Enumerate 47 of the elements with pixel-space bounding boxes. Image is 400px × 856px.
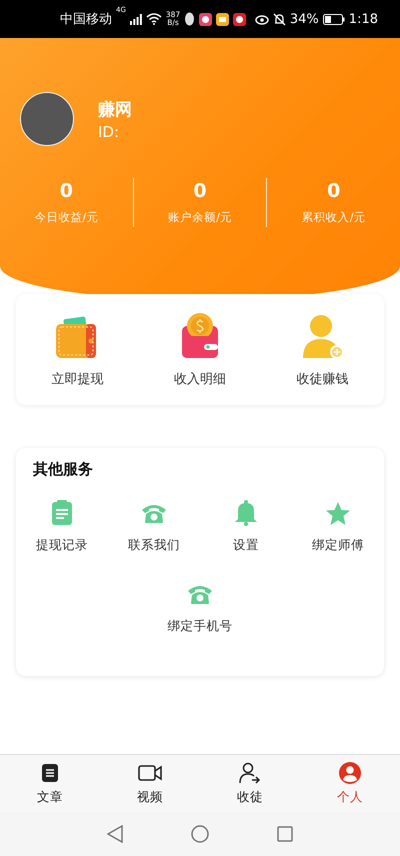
service-button[interactable]: 绑定师傅: [292, 499, 384, 554]
stat-label: 今日收益/元: [34, 210, 98, 225]
user-add-icon: [300, 314, 345, 360]
battery-icon: [322, 14, 345, 24]
telephone-icon: [141, 502, 167, 524]
stat-label: 累积收入/元: [302, 210, 366, 225]
tab[interactable]: 文章: [0, 755, 100, 812]
clock-time: 1:18: [348, 12, 378, 26]
user-id: ID:: [98, 122, 120, 140]
stat-value: 0: [193, 180, 207, 202]
service-button[interactable]: 设置: [200, 499, 292, 554]
battery-percent: 34%: [290, 12, 319, 26]
quick-action-button[interactable]: 收徒赚钱: [261, 312, 384, 388]
wifi-icon: [146, 13, 162, 25]
carrier-name: 中国移动: [60, 11, 112, 28]
service-button[interactable]: 联系我们: [108, 499, 200, 554]
document-icon: [41, 762, 59, 782]
recent-apps-icon[interactable]: [277, 826, 293, 842]
app-notification-icon: [216, 12, 230, 26]
video-camera-icon: [138, 764, 162, 782]
stat-value: 0: [60, 180, 73, 202]
service-button[interactable]: 绑定手机号: [108, 580, 292, 635]
signal-icon: [130, 14, 142, 24]
purse-icon: [180, 312, 220, 360]
app-notification-icon: [199, 12, 212, 26]
section-title: 其他服务: [33, 460, 94, 479]
stat-value: 0: [327, 180, 340, 202]
bell-icon: [234, 500, 258, 526]
quick-action-button[interactable]: 立即提现: [16, 312, 139, 388]
muted-bell-icon: [272, 12, 286, 26]
notepad-icon: [51, 500, 73, 526]
tab[interactable]: 视频: [100, 755, 200, 812]
eye-icon: [254, 14, 269, 24]
avatar-placeholder[interactable]: [20, 92, 74, 146]
quick-action-button[interactable]: 收入明细: [138, 312, 262, 388]
tab[interactable]: 收徒: [200, 755, 300, 812]
telephone-icon: [187, 583, 213, 605]
tab[interactable]: 个人: [300, 755, 400, 812]
user-arrow-icon: [239, 762, 261, 784]
star-icon: [325, 500, 351, 526]
back-icon[interactable]: [107, 825, 123, 843]
app-notification-icon: [233, 12, 246, 26]
service-button[interactable]: 提现记录: [16, 499, 108, 554]
home-icon[interactable]: [191, 825, 209, 843]
stat-label: 账户余额/元: [168, 210, 232, 225]
user-name: 赚网: [98, 98, 132, 120]
user-avatar-icon: [339, 762, 361, 784]
